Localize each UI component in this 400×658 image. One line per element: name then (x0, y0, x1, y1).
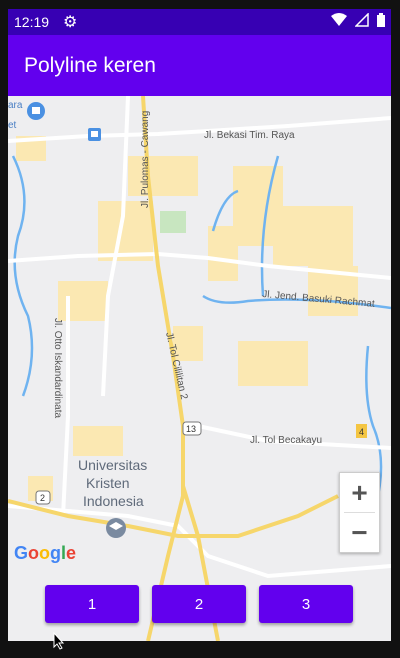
label-becakayu: Jl. Tol Becakayu (250, 435, 322, 446)
svg-text:2: 2 (40, 493, 45, 503)
route-shield-13: 13 (182, 421, 202, 436)
zoom-out-button[interactable]: − (340, 513, 379, 552)
zoom-controls: + − (339, 472, 380, 553)
google-logo-g1: G (14, 543, 29, 563)
bus-stop-icon (88, 128, 101, 141)
signal-icon (355, 13, 369, 27)
svg-text:4: 4 (359, 427, 364, 437)
label-top-left-2: et (8, 120, 17, 131)
battery-icon (377, 13, 385, 27)
polyline-button-2[interactable]: 2 (152, 585, 246, 623)
google-logo-e: e (66, 543, 77, 563)
route-shield-2: 2 (35, 490, 51, 505)
google-logo-g2: g (50, 543, 62, 563)
app-window: 12:19 ⚙ Polyline keren Jl. Bekasi Tim. R… (8, 9, 391, 641)
google-logo-o1: o (28, 543, 40, 563)
route-shield-4: 4 (356, 424, 367, 438)
settings-gear-icon: ⚙ (63, 14, 78, 31)
status-bar: 12:19 ⚙ (8, 9, 391, 35)
label-university-1: Universitas (78, 457, 147, 473)
polyline-button-3[interactable]: 3 (259, 585, 353, 623)
wifi-icon (331, 13, 347, 26)
zoom-in-button[interactable]: + (340, 473, 379, 512)
label-university-2: Kristen (86, 475, 130, 491)
label-bekasi: Jl. Bekasi Tim. Raya (204, 130, 295, 141)
label-university-3: Indonesia (83, 493, 144, 509)
google-logo-o2: o (39, 543, 51, 563)
label-pulomas: Jl. Pulomas - Cawang (140, 111, 151, 208)
park-area (160, 211, 186, 233)
app-bar: Polyline keren (8, 35, 391, 96)
app-title: Polyline keren (24, 53, 156, 77)
mouse-cursor-icon (53, 632, 65, 650)
svg-text:13: 13 (186, 424, 196, 434)
shopping-pin-icon (27, 102, 45, 120)
polyline-button-1[interactable]: 1 (45, 585, 139, 623)
label-top-left-1: ara (8, 100, 23, 111)
google-logo: Google (14, 543, 76, 564)
status-time: 12:19 (14, 14, 50, 30)
university-pin-icon (106, 518, 126, 538)
label-otto: Jl. Otto Iskandardinata (52, 318, 63, 418)
